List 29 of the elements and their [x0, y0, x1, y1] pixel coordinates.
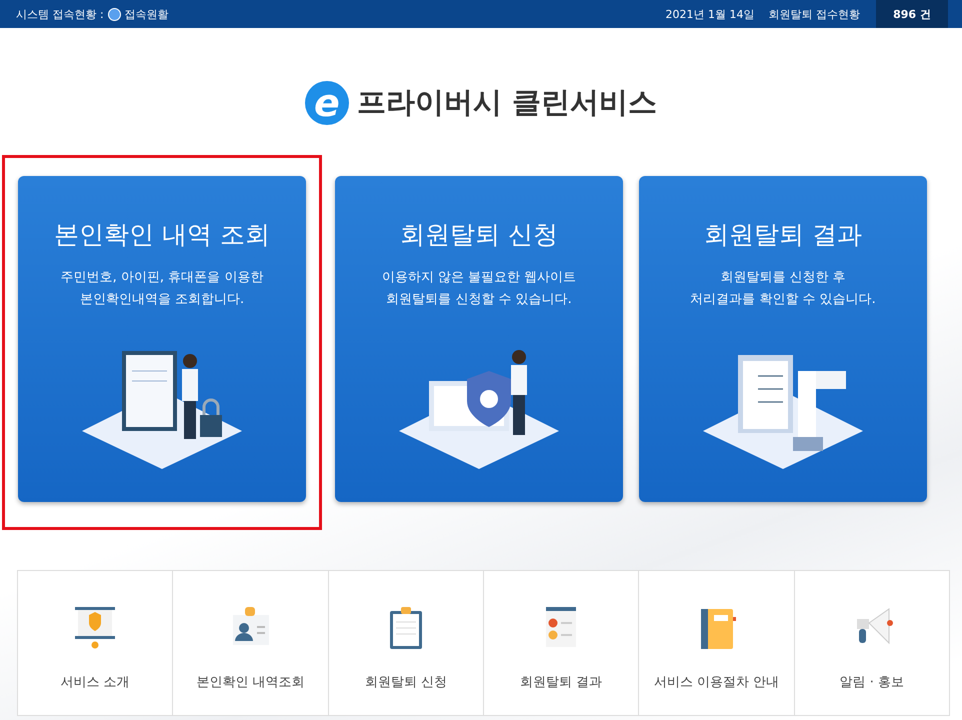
service-card[interactable]: 본인확인 내역 조회 주민번호, 아이핀, 휴대폰을 이용한 본인확인내역을 조회합니다.	[18, 176, 306, 502]
withdrawal-count: 896 건	[876, 0, 948, 28]
card-description: 주민번호, 아이핀, 휴대폰을 이용한 본인확인내역을 조회합니다.	[60, 269, 264, 309]
menu-label: 알림 · 홍보	[840, 674, 904, 691]
menu-item[interactable]: 회원탈퇴 신청	[328, 571, 484, 715]
date-text: 2021년 1월 14일	[666, 6, 754, 22]
menu-label: 본인확인 내역조회	[196, 674, 305, 691]
menu-item[interactable]: 서비스 소개	[18, 571, 174, 715]
card-title: 회원탈퇴 결과	[704, 219, 862, 251]
menu-label: 회원탈퇴 신청	[364, 674, 447, 691]
logo-title: 프라이버시 클린서비스	[356, 84, 658, 121]
logo-icon: e	[304, 81, 349, 125]
menu-label: 서비스 이용절차 안내	[654, 674, 780, 691]
status-label: 시스템 접속현황 :	[16, 6, 104, 22]
menu-label: 회원탈퇴 결과	[520, 674, 602, 691]
service-card[interactable]: 회원탈퇴 신청 이용하지 않은 불필요한 웹사이트 회원탈퇴를 신청할 수 있습니다.	[335, 176, 623, 502]
menu-label: 서비스 소개	[60, 674, 130, 691]
card-description: 이용하지 않은 불필요한 웹사이트 회원탈퇴를 신청할 수 있습니다.	[382, 269, 576, 309]
card-title: 본인확인 내역 조회	[54, 219, 270, 251]
status-value: 접속원활	[124, 6, 169, 22]
count-label: 회원탈퇴 접수현황	[768, 6, 860, 22]
status-dot-icon	[108, 8, 121, 20]
card-title: 회원탈퇴 신청	[400, 219, 558, 251]
menu-item[interactable]: 알림 · 홍보	[794, 571, 949, 715]
service-card[interactable]: 회원탈퇴 결과 회원탈퇴를 신청한 후 처리결과를 확인할 수 있습니다.	[639, 176, 927, 502]
menu-item[interactable]: 회원탈퇴 결과	[484, 571, 640, 715]
menu-item[interactable]: 본인확인 내역조회	[173, 571, 329, 715]
card-description: 회원탈퇴를 신청한 후 처리결과를 확인할 수 있습니다.	[690, 269, 876, 309]
menu-item[interactable]: 서비스 이용절차 안내	[639, 571, 795, 715]
